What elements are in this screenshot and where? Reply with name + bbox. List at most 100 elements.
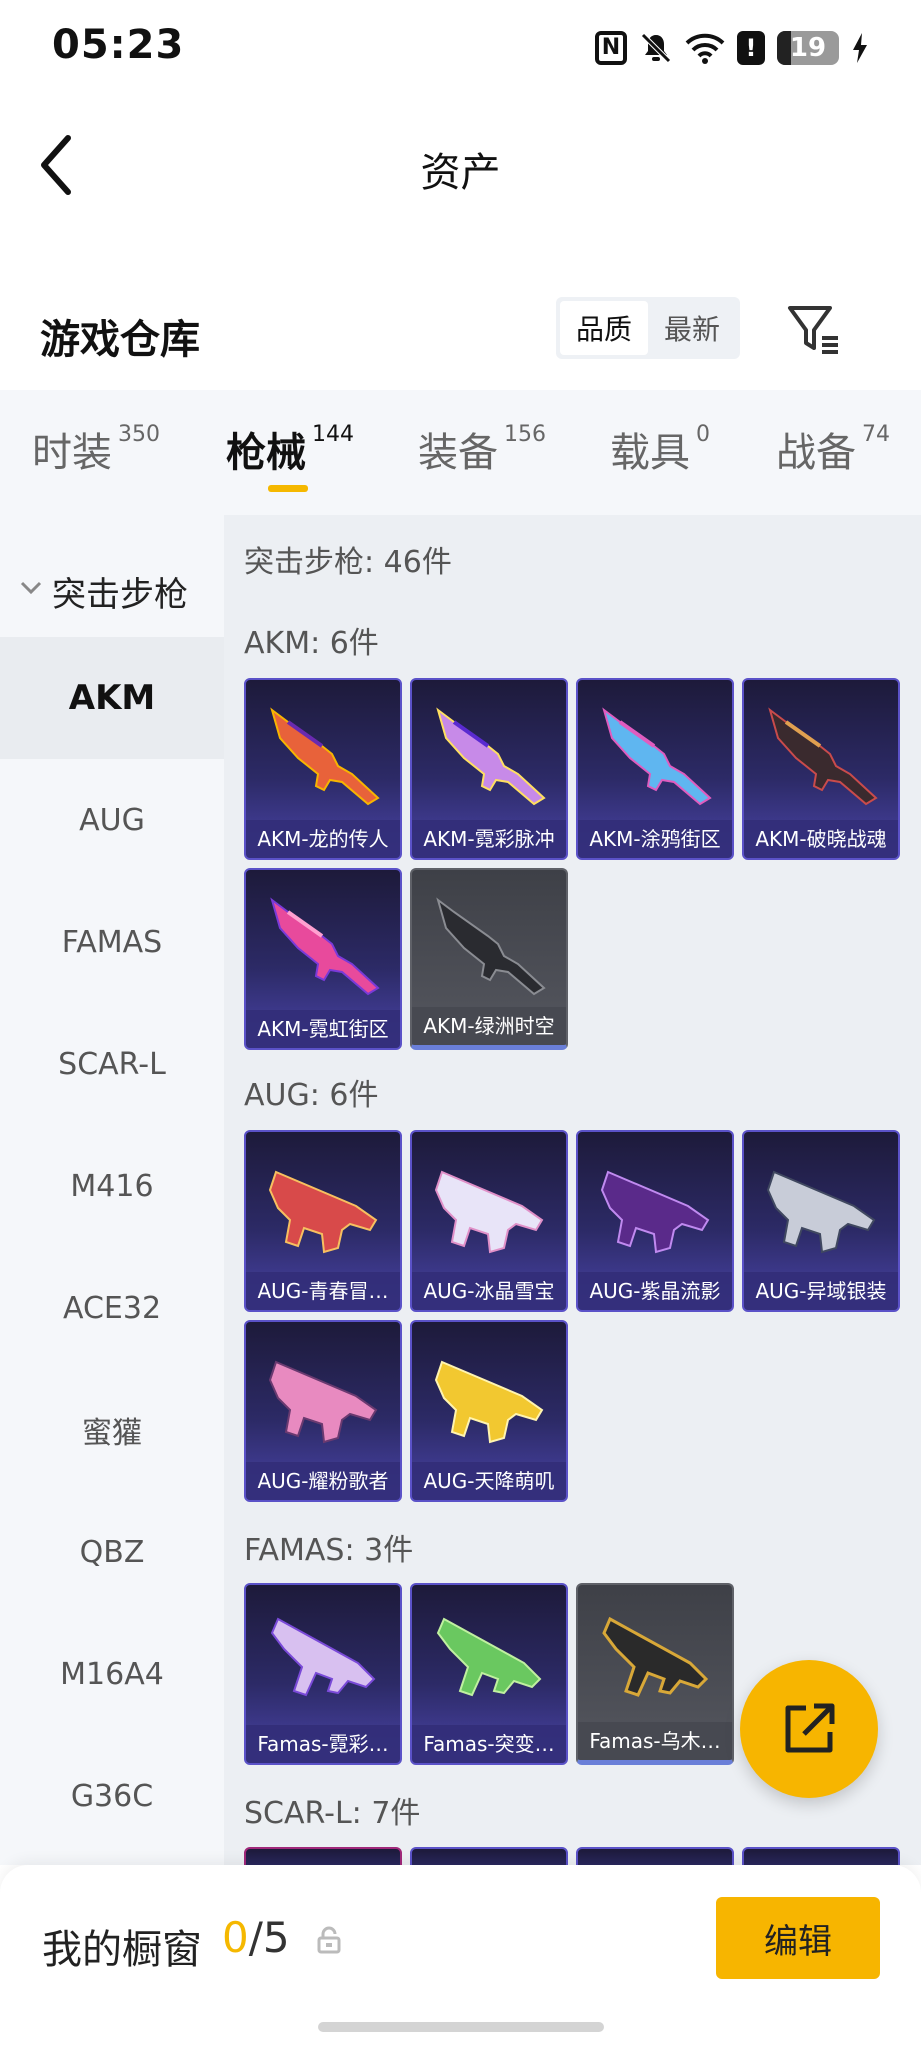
showcase-count: 0/5	[222, 1913, 290, 1962]
tab-vehicles[interactable]: 载具 0	[610, 420, 710, 478]
tab-count: 0	[696, 422, 710, 447]
rifle-icon	[766, 1170, 876, 1254]
weapon-sidebar: 突击步枪 AKM AUG FAMAS SCAR-L M416 ACE32 蜜獾 …	[0, 515, 224, 1865]
weapon-card-name: AUG-紫晶流影	[578, 1272, 732, 1310]
rifle-icon	[436, 707, 546, 806]
weapon-card-name: AKM-破晓战魂	[744, 820, 898, 858]
weapon-card[interactable]: AKM-绿洲时空	[410, 868, 568, 1050]
rifle-icon	[270, 707, 380, 806]
rifle-icon	[268, 1170, 378, 1254]
weapon-card[interactable]: AKM-霓彩脉冲	[410, 678, 568, 860]
tab-fashion[interactable]: 时装 350	[32, 420, 160, 478]
rifle-icon	[434, 1170, 544, 1254]
sidebar-item-ace32[interactable]: ACE32	[0, 1247, 224, 1369]
weapon-card[interactable]	[576, 1847, 734, 1865]
weapon-card-name: AKM-涂鸦街区	[578, 820, 732, 858]
sidebar-item-qbz[interactable]: QBZ	[0, 1491, 224, 1613]
rifle-icon	[434, 1360, 544, 1444]
tab-label: 装备	[418, 430, 498, 476]
tab-guns[interactable]: 枪械 144	[226, 420, 354, 478]
weapon-card[interactable]: Famas-霓彩…	[244, 1583, 402, 1765]
weapon-card-name: AUG-异域银装	[744, 1272, 898, 1310]
filter-button[interactable]	[784, 300, 844, 360]
showcase-count-current: 0	[222, 1913, 249, 1962]
weapon-card[interactable]: AUG-紫晶流影	[576, 1130, 734, 1312]
rifle-icon	[270, 1617, 376, 1697]
warehouse-row: 游戏仓库 品质 最新	[0, 285, 921, 385]
sidebar-item-aug[interactable]: AUG	[0, 759, 224, 881]
share-icon	[785, 1703, 835, 1753]
weapon-card-name: AUG-冰晶雪宝	[412, 1272, 566, 1310]
weapon-card[interactable]	[410, 1847, 568, 1865]
wifi-icon	[685, 30, 725, 66]
rifle-icon	[768, 707, 878, 806]
tab-equipment[interactable]: 装备 156	[418, 420, 546, 478]
alert-icon: !	[737, 31, 765, 65]
weapon-card[interactable]	[742, 1847, 900, 1865]
sidebar-item-m416[interactable]: M416	[0, 1125, 224, 1247]
weapon-card[interactable]: AUG-冰晶雪宝	[410, 1130, 568, 1312]
mute-icon	[639, 30, 673, 66]
sidebar-item-honey-badger[interactable]: 蜜獾	[0, 1369, 224, 1491]
weapon-card-name: AKM-霓虹街区	[246, 1010, 400, 1048]
weapon-card-name: AKM-龙的传人	[246, 820, 400, 858]
weapon-card[interactable]: AUG-天降萌叽	[410, 1320, 568, 1502]
sidebar-item-akm[interactable]: AKM	[0, 637, 224, 759]
weapon-card[interactable]: AKM-龙的传人	[244, 678, 402, 860]
sidebar-item-famas[interactable]: FAMAS	[0, 881, 224, 1003]
sidebar-item-scar-l[interactable]: SCAR-L	[0, 1003, 224, 1125]
status-time: 05:23	[52, 22, 185, 68]
battery-icon: 19	[777, 31, 839, 65]
weapon-card[interactable]	[244, 1847, 402, 1865]
tab-count: 350	[118, 422, 160, 447]
rifle-icon	[270, 897, 380, 996]
weapon-card[interactable]: AKM-霓虹街区	[244, 868, 402, 1050]
weapon-card-name: AUG-青春冒…	[246, 1272, 400, 1310]
warehouse-title: 游戏仓库	[40, 317, 200, 363]
weapon-card[interactable]: AKM-破晓战魂	[742, 678, 900, 860]
weapon-card[interactable]: AUG-青春冒…	[244, 1130, 402, 1312]
section-label-akm: AKM: 6件	[244, 626, 379, 661]
sidebar-item-g36c[interactable]: G36C	[0, 1735, 224, 1857]
showcase-title: 我的橱窗	[42, 1927, 202, 1973]
tab-label: 时装	[32, 430, 112, 476]
sort-newest-button[interactable]: 最新	[648, 301, 736, 355]
tab-label: 枪械	[226, 430, 306, 476]
tab-supplies[interactable]: 战备 74	[776, 420, 890, 478]
rifle-icon	[436, 1617, 542, 1697]
share-button[interactable]	[740, 1660, 878, 1798]
tab-count: 156	[504, 422, 546, 447]
section-label-famas: FAMAS: 3件	[244, 1533, 414, 1568]
nfc-icon: N	[595, 31, 627, 65]
rifle-icon	[600, 1170, 710, 1254]
section-label-aug: AUG: 6件	[244, 1078, 379, 1113]
status-bar: 05:23 N ! 19	[0, 0, 921, 96]
filter-icon	[788, 306, 838, 354]
sidebar-group-assault-rifles[interactable]: 突击步枪	[0, 555, 224, 625]
home-indicator	[318, 2022, 604, 2032]
edit-button[interactable]: 编辑	[716, 1897, 880, 1979]
weapon-card[interactable]: Famas-乌木…	[576, 1583, 734, 1765]
weapon-card-name: AKM-绿洲时空	[412, 1007, 566, 1045]
section-label-scar-l: SCAR-L: 7件	[244, 1796, 421, 1831]
weapon-card[interactable]: AUG-异域银装	[742, 1130, 900, 1312]
page-title: 资产	[420, 150, 501, 196]
weapon-card-name: AUG-天降萌叽	[412, 1462, 566, 1500]
tab-label: 战备	[776, 430, 856, 476]
category-summary: 突击步枪: 46件	[244, 545, 452, 580]
sort-toggle: 品质 最新	[556, 297, 740, 359]
category-tabs: 时装 350 枪械 144 装备 156 载具 0 战备 74	[0, 390, 921, 515]
sidebar-item-m16a4[interactable]: M16A4	[0, 1613, 224, 1735]
rifle-icon	[268, 1360, 378, 1444]
weapon-card[interactable]: Famas-突变…	[410, 1583, 568, 1765]
sort-quality-button[interactable]: 品质	[560, 301, 648, 355]
lock-icon	[317, 1926, 341, 1954]
weapon-card[interactable]: AUG-耀粉歌者	[244, 1320, 402, 1502]
weapon-card-name: Famas-霓彩…	[246, 1725, 400, 1763]
showcase-count-total: /5	[248, 1913, 290, 1962]
weapon-card-name: AKM-霓彩脉冲	[412, 820, 566, 858]
status-icons: N ! 19	[595, 28, 869, 68]
weapon-card-name: AUG-耀粉歌者	[246, 1462, 400, 1500]
tab-count: 144	[312, 422, 354, 447]
weapon-card[interactable]: AKM-涂鸦街区	[576, 678, 734, 860]
